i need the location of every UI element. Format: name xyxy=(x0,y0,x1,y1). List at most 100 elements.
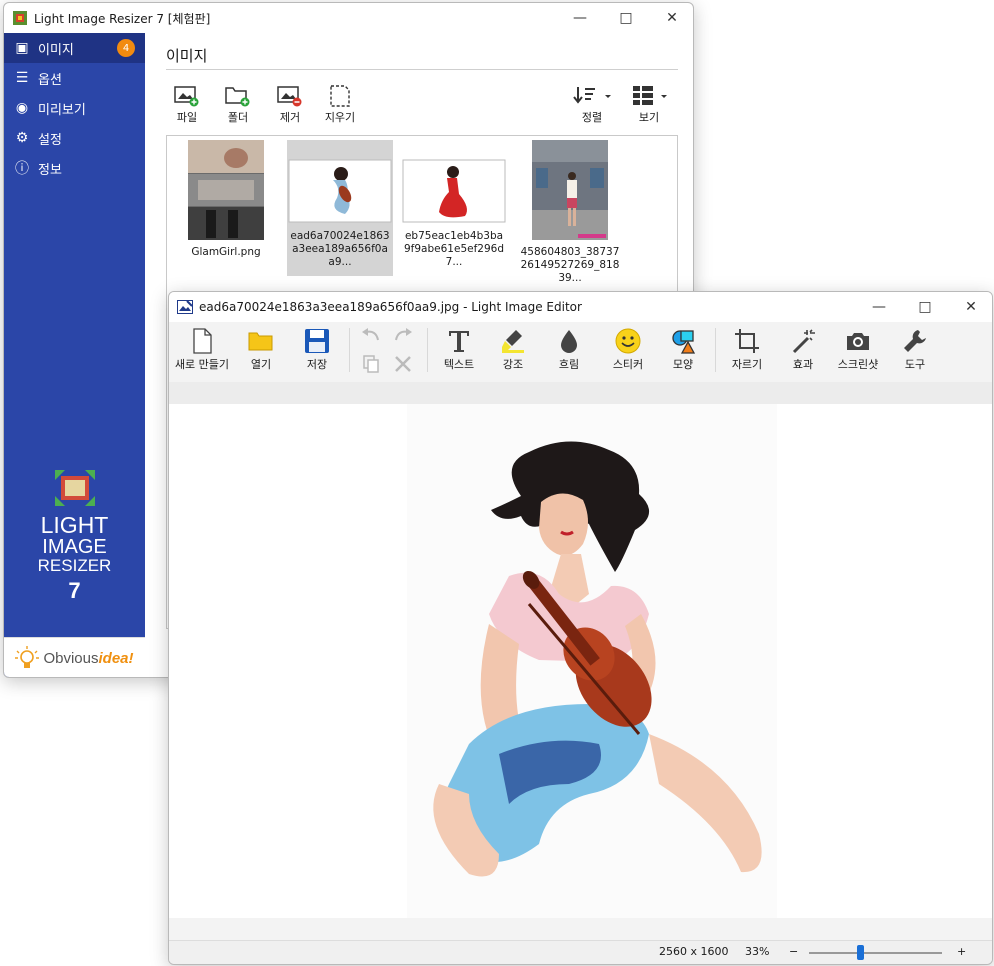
image-canvas[interactable] xyxy=(169,404,992,918)
remove-image-icon xyxy=(277,86,302,107)
sort-icon xyxy=(573,87,611,104)
camera-icon xyxy=(847,333,869,350)
page-title: 이미지 xyxy=(166,47,208,65)
crop-tool-button[interactable]: 자르기 xyxy=(725,328,769,372)
add-image-icon xyxy=(174,86,199,107)
maximize-button[interactable]: □ xyxy=(603,3,649,33)
sidebar-item-settings[interactable]: ⚙ 설정 xyxy=(4,123,145,153)
toolbar-label: 파일 xyxy=(176,111,198,124)
clear-button[interactable]: 지우기 xyxy=(320,85,360,125)
toolbar-label: 열기 xyxy=(250,358,272,371)
close-button[interactable]: ✕ xyxy=(649,3,693,33)
minimize-button[interactable]: — xyxy=(557,3,603,33)
view-list-icon xyxy=(633,86,667,105)
gear-icon: ⚙ xyxy=(15,130,29,146)
zoom-percent: 33% xyxy=(745,945,770,958)
zoom-out-button[interactable]: − xyxy=(789,945,798,958)
editor-window: ead6a70024e1863a3eea189a656f0aa9.jpg - L… xyxy=(168,291,993,965)
obviousidea-text-2: idea! xyxy=(98,650,134,667)
toolbar-label: 정렬 xyxy=(581,111,603,124)
delete-x-icon xyxy=(395,356,411,372)
toolbar-divider xyxy=(349,328,350,372)
shapes-icon xyxy=(672,330,696,354)
toolbar-label: 폴더 xyxy=(227,111,249,124)
violinist-painting xyxy=(407,404,777,918)
view-button[interactable]: 보기 xyxy=(624,85,674,125)
thumbnail-filename: ead6a70024e1863a3eea189a656f0aa9... xyxy=(290,230,390,268)
brand-line-3: RESIZER xyxy=(37,556,112,575)
app-logo-icon xyxy=(13,11,27,25)
thumbnail-filename: GlamGirl.png xyxy=(191,246,261,258)
sticker-tool-button[interactable]: 스티커 xyxy=(606,328,650,372)
resizer-logo-icon xyxy=(54,470,95,506)
text-t-icon xyxy=(449,331,469,352)
copy-icon xyxy=(363,355,379,373)
info-icon: ⓘ xyxy=(15,161,29,177)
brand-version: 7 xyxy=(68,578,81,603)
thumbnail-image xyxy=(188,140,264,240)
brand-line-2: IMAGE xyxy=(42,536,107,558)
image-dimensions: 2560 x 1600 xyxy=(659,945,729,958)
add-folder-button[interactable]: 폴더 xyxy=(218,85,258,125)
sort-button[interactable]: 정렬 xyxy=(567,85,617,125)
sidebar-item-about[interactable]: ⓘ 정보 xyxy=(4,153,145,183)
toolbar-label: 저장 xyxy=(306,358,328,371)
thumbnail-image xyxy=(402,159,506,223)
zoom-slider-track[interactable] xyxy=(809,952,942,954)
thumbnail-filename: 458604803_3873726149527269_81839... xyxy=(520,246,620,284)
highlight-tool-button[interactable]: 강조 xyxy=(493,328,533,372)
remove-button[interactable]: 제거 xyxy=(270,85,310,125)
redo-button[interactable] xyxy=(391,328,415,350)
effects-tool-button[interactable]: 효과 xyxy=(783,328,823,372)
text-tool-button[interactable]: 텍스트 xyxy=(435,328,483,372)
shape-tool-button[interactable]: 모양 xyxy=(663,328,703,372)
resizer-titlebar[interactable]: Light Image Resizer 7 [체험판] — □ ✕ xyxy=(4,3,693,33)
list-item[interactable]: GlamGirl.png xyxy=(173,140,279,276)
thumbnail-filename: eb75eac1eb4b3ba9f9abe61e5ef296d7... xyxy=(404,230,504,268)
redo-icon xyxy=(395,328,412,341)
add-folder-icon xyxy=(225,87,250,107)
sidebar-item-label: 설정 xyxy=(38,132,62,148)
add-file-button[interactable]: 파일 xyxy=(167,85,207,125)
screenshot-tool-button[interactable]: 스크린샷 xyxy=(833,328,883,372)
editor-maximize-button[interactable]: □ xyxy=(902,292,948,322)
sidebar-item-preview[interactable]: ◉ 미리보기 xyxy=(4,93,145,123)
zoom-in-button[interactable]: + xyxy=(957,945,966,958)
new-button[interactable]: 새로 만들기 xyxy=(171,328,233,372)
open-button[interactable]: 열기 xyxy=(241,328,281,372)
toolbar-label: 텍스트 xyxy=(443,358,475,371)
list-item-selected[interactable]: ead6a70024e1863a3eea189a656f0aa9... xyxy=(287,140,393,276)
tools-button[interactable]: 도구 xyxy=(895,328,935,372)
editor-titlebar[interactable]: ead6a70024e1863a3eea189a656f0aa9.jpg - L… xyxy=(169,292,992,322)
eye-icon: ◉ xyxy=(15,100,29,116)
sidebar-item-images[interactable]: ▣ 이미지 4 xyxy=(4,33,145,63)
save-button[interactable]: 저장 xyxy=(297,328,337,372)
open-folder-icon xyxy=(248,332,273,351)
toolbar-label: 스티커 xyxy=(612,358,644,371)
thumbnail-image xyxy=(532,140,608,240)
editor-close-button[interactable]: ✕ xyxy=(948,292,992,322)
new-document-icon xyxy=(193,328,212,354)
toolbar-divider xyxy=(715,328,716,372)
editor-minimize-button[interactable]: — xyxy=(856,292,902,322)
list-item[interactable]: 458604803_3873726149527269_81839... xyxy=(517,140,623,284)
editor-app-icon xyxy=(177,300,193,314)
highlighter-icon xyxy=(502,330,524,353)
canvas-top-strip xyxy=(169,382,992,404)
obviousidea-logo[interactable]: Obvious idea! xyxy=(4,637,145,677)
toolbar-label: 스크린샷 xyxy=(837,358,879,371)
zoom-slider-thumb[interactable] xyxy=(856,945,864,960)
sidebar-item-label: 미리보기 xyxy=(38,102,86,118)
list-item[interactable]: eb75eac1eb4b3ba9f9abe61e5ef296d7... xyxy=(401,140,507,276)
product-brand: LIGHT IMAGE RESIZER 7 xyxy=(4,468,145,604)
delete-button[interactable] xyxy=(391,354,415,376)
toolbar-label: 새로 만들기 xyxy=(174,358,230,371)
status-bar: 2560 x 1600 33% − + xyxy=(169,940,992,964)
smiley-icon xyxy=(615,328,641,354)
copy-button[interactable] xyxy=(359,354,383,376)
blur-tool-button[interactable]: 흐림 xyxy=(549,328,589,372)
undo-button[interactable] xyxy=(359,328,383,350)
sidebar-item-options[interactable]: ☰ 옵션 xyxy=(4,63,145,93)
image-count-badge: 4 xyxy=(117,39,135,57)
sidebar: ▣ 이미지 4 ☰ 옵션 ◉ 미리보기 ⚙ 설정 ⓘ 정보 LIGHT IMAG… xyxy=(4,33,145,677)
